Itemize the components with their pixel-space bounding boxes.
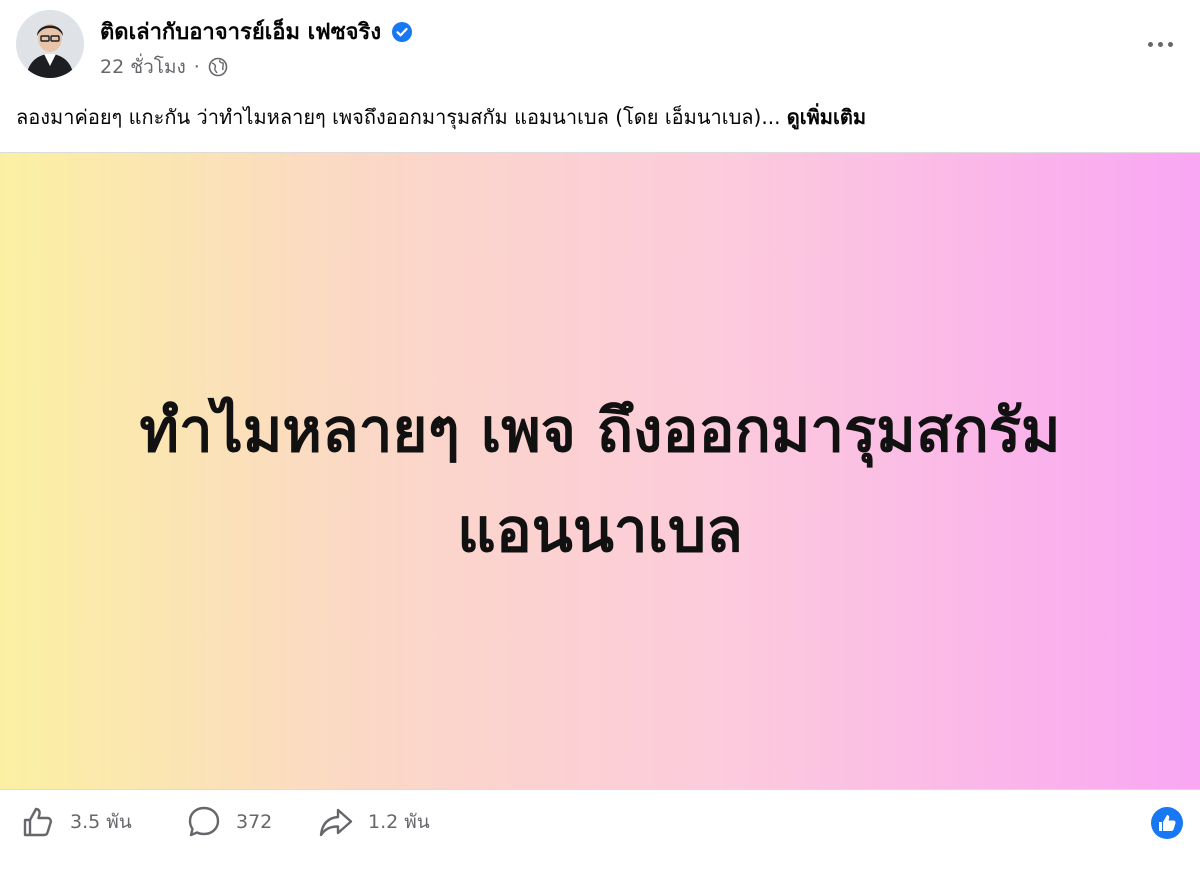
post-time[interactable]: 22 ชั่วโมง: [100, 52, 186, 82]
share-button[interactable]: 1.2 พัน: [318, 804, 430, 840]
share-count: 1.2 พัน: [368, 811, 430, 833]
author-avatar[interactable]: [16, 10, 84, 78]
gradient-text-card[interactable]: ทำไมหลายๆ เพจ ถึงออกมารุมสกรัม แอนนาเบล: [0, 152, 1200, 790]
share-icon: [319, 808, 353, 837]
facebook-post: ติดเล่ากับอาจารย์เอ็ม เฟซจริง 22 ชั่วโมง…: [0, 0, 1200, 882]
like-icon: [23, 807, 53, 837]
author-name[interactable]: ติดเล่ากับอาจารย์เอ็ม เฟซจริง: [100, 14, 381, 49]
avatar-image: [16, 10, 84, 78]
verified-badge-icon: [391, 21, 413, 43]
post-actions: 3.5 พัน 372 1.2 พัน: [0, 800, 1200, 850]
globe-icon[interactable]: [208, 57, 228, 77]
comment-icon: [188, 806, 220, 837]
comment-count: 372: [236, 811, 273, 833]
like-button[interactable]: 3.5 พัน: [20, 804, 132, 840]
meta-separator: ·: [193, 56, 200, 78]
post-meta: 22 ชั่วโมง ·: [100, 52, 228, 82]
card-text-line-2: แอนนาเบล: [457, 496, 743, 566]
comment-button[interactable]: 372: [186, 804, 272, 840]
see-more-link[interactable]: ดูเพิ่มเติม: [787, 105, 866, 129]
post-caption: ลองมาค่อยๆ แกะกัน ว่าทำไมหลายๆ เพจถึงออก…: [16, 102, 1186, 132]
author-name-row: ติดเล่ากับอาจารย์เอ็ม เฟซจริง: [100, 14, 413, 49]
like-count: 3.5 พัน: [70, 811, 132, 833]
card-text-line-1: ทำไมหลายๆ เพจ ถึงออกมารุมสกรัม: [139, 396, 1061, 466]
caption-text: ลองมาค่อยๆ แกะกัน ว่าทำไมหลายๆ เพจถึงออก…: [16, 105, 781, 129]
card-text: ทำไมหลายๆ เพจ ถึงออกมารุมสกรัม แอนนาเบล: [0, 381, 1200, 581]
like-reaction-icon[interactable]: [1150, 806, 1184, 840]
more-options-icon[interactable]: [1138, 28, 1182, 60]
